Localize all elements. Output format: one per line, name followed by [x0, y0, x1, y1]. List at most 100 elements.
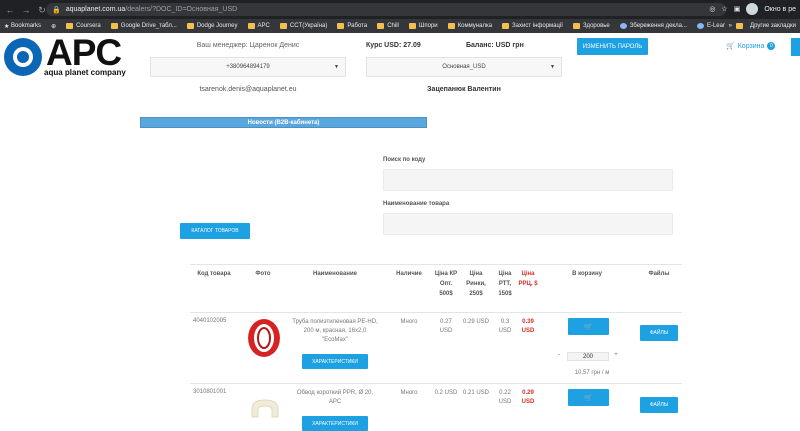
- column-header-files: Файлы: [648, 271, 670, 277]
- user-name: Зацепанюк Валентин: [427, 86, 501, 93]
- profile-label[interactable]: Окно в ре: [764, 6, 796, 13]
- price-rrc: 0.29 USD: [521, 390, 535, 405]
- price-markets: 0.21 USD: [463, 390, 490, 396]
- exchange-rate: Курс USD: 27.09: [366, 42, 421, 49]
- folder-icon: [408, 23, 416, 29]
- quantity-input[interactable]: 200: [567, 352, 609, 361]
- cart-icon: 🛒: [584, 394, 593, 402]
- document-select[interactable]: Основная_USD ▼: [366, 57, 562, 77]
- bookmarks-bar: ★ Bookmarks ⊕ Coursera Google Drive_табл…: [0, 19, 800, 33]
- page: APC aqua planet company Ваш менеджер: Ца…: [0, 32, 800, 431]
- chevron-down-icon: ▼: [550, 64, 555, 70]
- qty-decrease-button[interactable]: -: [555, 351, 563, 360]
- product-name[interactable]: Обвод короткий PPR, Ø 20, APC: [292, 389, 378, 407]
- price-rtt: 0.22 USD: [498, 390, 512, 405]
- qty-increase-button[interactable]: +: [612, 351, 620, 360]
- bookmark-item[interactable]: Google Drive_табл...: [110, 23, 177, 29]
- search-name-input[interactable]: [383, 213, 673, 235]
- unit-price: 10.57 грн / м: [574, 370, 610, 376]
- cart-count-badge: 0: [767, 42, 776, 50]
- price-wholesale: 0.2 USD: [434, 390, 458, 396]
- product-name[interactable]: Труба полиэтиленовая PE-HD, 200 м, красн…: [292, 318, 378, 345]
- files-button[interactable]: ФАЙЛЫ: [640, 397, 678, 413]
- bookmark-item[interactable]: Chill: [377, 23, 399, 29]
- table-top-border: [190, 264, 682, 265]
- folder-icon: [337, 23, 345, 29]
- price-rtt: 0.3 USD: [498, 319, 512, 334]
- files-button[interactable]: ФАЙЛЫ: [640, 325, 678, 341]
- search-name-label: Наименование товара: [383, 201, 450, 207]
- bookmark-item[interactable]: Работа: [337, 23, 367, 29]
- phone-select[interactable]: +380964894179 ▼: [150, 57, 346, 77]
- bookmark-item[interactable]: APC: [247, 23, 270, 29]
- row-divider: [190, 383, 682, 384]
- document-value: Основная_USD: [442, 64, 486, 70]
- bookmark-item[interactable]: Збереження декла...: [619, 23, 687, 29]
- add-to-cart-button[interactable]: 🛒: [568, 318, 609, 335]
- chevron-right-icon[interactable]: »: [729, 23, 732, 29]
- folder-icon: [110, 23, 118, 29]
- folder-icon: [186, 23, 194, 29]
- product-code[interactable]: 3010801001: [193, 388, 243, 397]
- bookmark-item[interactable]: CCT(Україна): [279, 23, 327, 29]
- price-wholesale: 0.27 USD: [439, 319, 453, 334]
- star-icon[interactable]: ☆: [721, 5, 727, 13]
- column-header-cart: В корзину: [572, 271, 602, 277]
- cart-icon: 🛒: [726, 43, 735, 50]
- column-header-photo: Фото: [255, 271, 271, 277]
- bookmark-globe-icon[interactable]: ⊕: [51, 23, 56, 30]
- site-icon: [619, 23, 627, 29]
- catalog-button[interactable]: КАТАЛОГ ТОВАРОВ: [180, 223, 250, 239]
- other-bookmarks[interactable]: Другие закладки: [750, 23, 796, 29]
- puzzle-icon[interactable]: ▣: [734, 5, 741, 13]
- bookmark-item[interactable]: Здоровье: [572, 23, 610, 29]
- column-header-code: Код товара: [197, 271, 231, 277]
- product-photo[interactable]: [248, 319, 280, 357]
- column-header-stock: Наличие: [396, 271, 422, 277]
- forward-icon[interactable]: →: [20, 4, 32, 16]
- product-code[interactable]: 4040102005: [193, 317, 243, 326]
- bookmark-item[interactable]: Coursera: [66, 23, 101, 29]
- bookmark-item[interactable]: Захист інформації: [502, 23, 563, 29]
- folder-icon: [377, 23, 385, 29]
- column-header-price-markets: Ціна Ринки, 250$: [466, 271, 486, 297]
- cart-link[interactable]: 🛒 Корзина 0: [726, 42, 776, 50]
- phone-value: +380964894179: [226, 64, 270, 70]
- folder-icon: [736, 23, 744, 29]
- address-bar[interactable]: 🔒 aquaplanet.com.ua/dealers/?DOC_ID=Осно…: [46, 3, 726, 16]
- column-header-price-rtt: Ціна РТТ, 150$: [498, 271, 512, 297]
- cart-icon: 🛒: [584, 323, 593, 331]
- add-to-cart-button[interactable]: 🛒: [568, 389, 609, 406]
- bookmark-item[interactable]: Коммуналка: [447, 23, 492, 29]
- product-photo[interactable]: [250, 397, 280, 419]
- folder-icon: [247, 23, 255, 29]
- price-rrc: 0.39 USD: [521, 319, 535, 334]
- manager-label: Ваш менеджер: Царенок Денис: [196, 42, 300, 49]
- column-header-name: Наименование: [312, 271, 358, 277]
- back-icon[interactable]: ←: [4, 4, 16, 16]
- url-path: /dealers/?DOC_ID=Основная_USD: [125, 6, 238, 13]
- site-icon: [696, 23, 704, 29]
- folder-icon: [502, 23, 510, 29]
- folder-icon: [279, 23, 287, 29]
- column-header-price-wholesale: Ціна КР Опт. 500$: [434, 271, 458, 297]
- news-header[interactable]: Новости (B2B-кабинета): [140, 117, 427, 128]
- extension-icon[interactable]: ◎: [709, 5, 715, 13]
- menu-button[interactable]: [791, 38, 800, 56]
- bookmarks-menu[interactable]: ★ Bookmarks: [4, 23, 41, 30]
- url-host: aquaplanet.com.ua: [65, 6, 126, 13]
- manager-email[interactable]: tsarenok.denis@aquaplanet.eu: [150, 86, 346, 93]
- column-header-price-rrc: Ціна РРЦ, $: [518, 271, 538, 287]
- cart-label: Корзина: [737, 42, 765, 50]
- avatar[interactable]: [746, 3, 759, 15]
- features-button[interactable]: ХАРАКТЕРИСТИКИ: [302, 354, 368, 369]
- change-password-button[interactable]: ИЗМЕНИТЬ ПАРОЛЬ: [577, 38, 648, 55]
- stock-value: Много: [400, 390, 418, 396]
- logo[interactable]: APC aqua planet company: [4, 32, 144, 80]
- search-code-label: Поиск по коду: [383, 157, 426, 163]
- stock-value: Много: [400, 319, 418, 325]
- bookmark-item[interactable]: Шпори: [408, 23, 438, 29]
- bookmark-item[interactable]: Dodge Journey: [186, 23, 238, 29]
- price-markets: 0.29 USD: [463, 319, 490, 325]
- search-code-input[interactable]: [383, 169, 673, 191]
